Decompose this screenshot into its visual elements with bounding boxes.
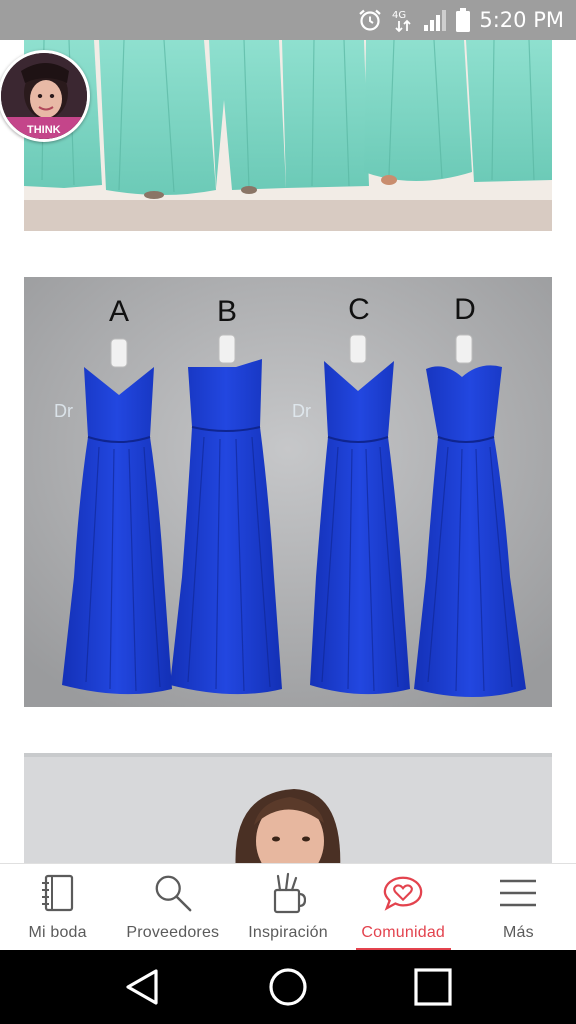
notebook-icon bbox=[37, 872, 79, 914]
back-triangle-icon bbox=[126, 969, 158, 1005]
home-button[interactable] bbox=[258, 957, 318, 1017]
dress-label-d: D bbox=[454, 293, 476, 326]
dress-label-b: B bbox=[217, 295, 237, 328]
status-time: 5:20 PM bbox=[479, 8, 564, 32]
bottom-nav: Mi boda Proveedores Inspiración Comunida… bbox=[0, 863, 576, 950]
nav-label-comunidad: Comunidad bbox=[361, 924, 446, 941]
nav-label-mi-boda: Mi boda bbox=[28, 924, 87, 941]
watermark-right: Dr bbox=[292, 401, 311, 421]
mint-dresses-photo[interactable] bbox=[24, 40, 552, 231]
svg-text:4G: 4G bbox=[392, 10, 406, 21]
recents-button[interactable] bbox=[403, 957, 463, 1017]
feed[interactable]: THINK A B C D Dr Dr bbox=[0, 40, 576, 863]
nav-label-mas: Más bbox=[503, 924, 534, 941]
recents-square-icon bbox=[414, 968, 452, 1006]
nav-mi-boda[interactable]: Mi boda bbox=[0, 864, 115, 950]
nav-label-inspiracion: Inspiración bbox=[248, 924, 328, 941]
chat-heart-icon bbox=[382, 872, 424, 914]
alarm-icon bbox=[357, 7, 383, 33]
pencil-cup-icon bbox=[267, 872, 309, 914]
nav-inspiracion[interactable]: Inspiración bbox=[230, 864, 345, 950]
home-circle-icon bbox=[269, 968, 307, 1006]
nav-proveedores[interactable]: Proveedores bbox=[115, 864, 230, 950]
data-4g-icon: 4G bbox=[391, 7, 415, 33]
nav-label-proveedores: Proveedores bbox=[126, 924, 220, 941]
battery-icon bbox=[455, 7, 471, 33]
back-button[interactable] bbox=[113, 957, 173, 1017]
search-icon bbox=[152, 872, 194, 914]
avatar[interactable]: THINK bbox=[0, 50, 90, 142]
nav-mas[interactable]: Más bbox=[461, 864, 576, 950]
watermark-left: Dr bbox=[54, 401, 73, 421]
dress-label-c: C bbox=[348, 293, 370, 326]
nav-comunidad[interactable]: Comunidad bbox=[346, 864, 461, 950]
screen: 4G 5:20 PM THINK A B C D Dr Dr Mi boda P… bbox=[0, 0, 576, 1024]
dress-label-a: A bbox=[109, 295, 129, 328]
signal-icon bbox=[423, 8, 447, 32]
status-bar: 4G 5:20 PM bbox=[0, 0, 576, 40]
android-nav-bar bbox=[0, 950, 576, 1024]
dress-lineup-graphic: A B C D Dr Dr bbox=[24, 277, 552, 707]
royal-blue-dresses-photo[interactable]: A B C D Dr Dr bbox=[24, 277, 552, 707]
avatar-text: THINK bbox=[27, 124, 61, 136]
portrait-photo[interactable] bbox=[24, 753, 552, 863]
menu-icon bbox=[497, 872, 539, 914]
